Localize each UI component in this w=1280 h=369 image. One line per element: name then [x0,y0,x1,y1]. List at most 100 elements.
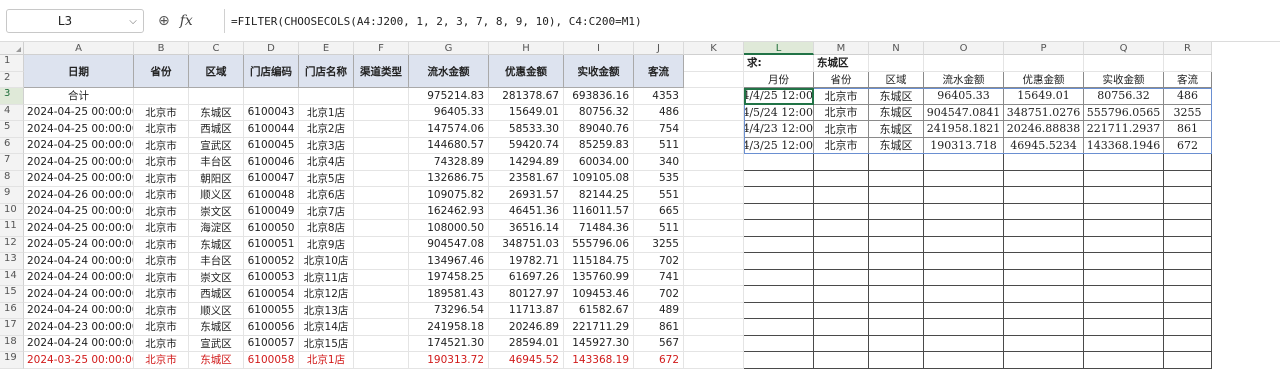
table-cell[interactable]: 116011.57 [564,203,634,220]
result-empty-cell[interactable] [1004,253,1084,270]
table-cell[interactable]: 189581.43 [409,286,489,303]
table-cell[interactable] [354,302,409,319]
result-empty-cell[interactable] [744,203,814,220]
result-cell[interactable]: 2024/5/24 12:00 AM [744,104,814,121]
result-empty-cell[interactable] [869,170,924,187]
table-cell[interactable]: 2024-04-23 00:00:00 [24,319,134,336]
result-cell[interactable]: 672 [1164,137,1212,154]
table-cell[interactable]: 340 [634,154,684,171]
table-cell[interactable]: 3255 [634,236,684,253]
table-cell[interactable]: 36516.14 [489,220,564,237]
table-cell[interactable]: 348751.03 [489,236,564,253]
table-cell[interactable]: 北京市 [134,286,189,303]
table-cell[interactable]: 宣武区 [189,335,244,352]
column-header-f[interactable]: F [354,42,409,55]
grid-cell[interactable] [1004,55,1084,72]
table-cell[interactable]: 20246.89 [489,319,564,336]
table-cell[interactable]: 486 [634,104,684,121]
result-empty-cell[interactable] [924,187,1004,204]
table-cell[interactable]: 702 [634,253,684,270]
table-cell[interactable]: 61697.26 [489,269,564,286]
result-empty-cell[interactable] [1004,170,1084,187]
result-empty-cell[interactable] [814,170,869,187]
result-empty-cell[interactable] [1164,319,1212,336]
column-header-j[interactable]: J [634,42,684,55]
table-cell[interactable]: 6100057 [244,335,299,352]
table-cell[interactable]: 顺义区 [189,187,244,204]
row-header-5[interactable]: 5 [0,121,24,138]
table-cell[interactable]: 162462.93 [409,203,489,220]
row-header-11[interactable]: 11 [0,220,24,237]
result-empty-cell[interactable] [1164,302,1212,319]
result-cell[interactable]: 北京市 [814,121,869,138]
result-cell[interactable]: 46945.5234 [1004,137,1084,154]
table-cell[interactable]: 6100058 [244,352,299,369]
table-cell[interactable]: 北京10店 [299,253,354,270]
table-cell[interactable]: 北京市 [134,269,189,286]
table-cell[interactable]: 23581.67 [489,170,564,187]
table-cell[interactable] [354,236,409,253]
table-cell[interactable]: 北京5店 [299,170,354,187]
total-row-cell[interactable]: 281378.67 [489,88,564,105]
table-cell[interactable]: 2024-04-25 00:00:00 [24,170,134,187]
result-empty-cell[interactable] [924,352,1004,369]
table-cell[interactable]: 北京市 [134,302,189,319]
left-header-cell[interactable]: 优惠金额 [489,55,564,88]
grid-cell[interactable] [684,88,744,105]
result-empty-cell[interactable] [744,187,814,204]
table-cell[interactable]: 丰台区 [189,154,244,171]
grid-cell[interactable] [684,269,744,286]
result-empty-cell[interactable] [924,170,1004,187]
table-cell[interactable]: 672 [634,352,684,369]
table-cell[interactable]: 西城区 [189,286,244,303]
result-empty-cell[interactable] [744,302,814,319]
table-cell[interactable]: 东城区 [189,236,244,253]
result-empty-cell[interactable] [924,269,1004,286]
table-cell[interactable]: 241958.18 [409,319,489,336]
table-cell[interactable]: 北京8店 [299,220,354,237]
table-cell[interactable]: 2024-04-25 00:00:00 [24,121,134,138]
table-cell[interactable]: 6100051 [244,236,299,253]
column-header-i[interactable]: I [564,42,634,55]
table-cell[interactable]: 北京13店 [299,302,354,319]
total-row-cell[interactable]: 975214.83 [409,88,489,105]
result-cell[interactable]: 555796.0565 [1084,104,1164,121]
table-cell[interactable]: 6100052 [244,253,299,270]
table-cell[interactable]: 11713.87 [489,302,564,319]
result-empty-cell[interactable] [869,269,924,286]
table-cell[interactable]: 6100048 [244,187,299,204]
total-row-cell[interactable]: 693836.16 [564,88,634,105]
table-cell[interactable]: 海淀区 [189,220,244,237]
table-cell[interactable]: 61582.67 [564,302,634,319]
table-cell[interactable]: 朝阳区 [189,170,244,187]
table-cell[interactable]: 北京1店 [299,104,354,121]
result-cell[interactable]: 348751.0276 [1004,104,1084,121]
result-empty-cell[interactable] [1004,203,1084,220]
result-empty-cell[interactable] [1084,187,1164,204]
table-cell[interactable]: 147574.06 [409,121,489,138]
table-cell[interactable]: 6100046 [244,154,299,171]
table-cell[interactable]: 北京3店 [299,137,354,154]
row-header-3[interactable]: 3 [0,88,24,105]
grid-cell[interactable] [684,220,744,237]
table-cell[interactable]: 北京市 [134,137,189,154]
table-cell[interactable]: 北京14店 [299,319,354,336]
result-empty-cell[interactable] [1004,335,1084,352]
result-empty-cell[interactable] [744,154,814,171]
fx-icon[interactable]: fx [180,13,193,29]
table-cell[interactable] [354,269,409,286]
table-cell[interactable]: 59420.74 [489,137,564,154]
result-cell[interactable]: 241958.1821 [924,121,1004,138]
table-cell[interactable]: 14294.89 [489,154,564,171]
table-cell[interactable]: 741 [634,269,684,286]
result-empty-cell[interactable] [1164,352,1212,369]
column-header-c[interactable]: C [189,42,244,55]
table-cell[interactable]: 535 [634,170,684,187]
table-cell[interactable]: 2024-04-24 00:00:00 [24,302,134,319]
result-header-cell[interactable]: 区域 [869,71,924,88]
column-header-d[interactable]: D [244,42,299,55]
left-header-cell[interactable]: 客流 [634,55,684,88]
result-header-cell[interactable]: 优惠金额 [1004,71,1084,88]
table-cell[interactable]: 108000.50 [409,220,489,237]
chevron-down-icon[interactable]: ⌵ [123,16,143,27]
